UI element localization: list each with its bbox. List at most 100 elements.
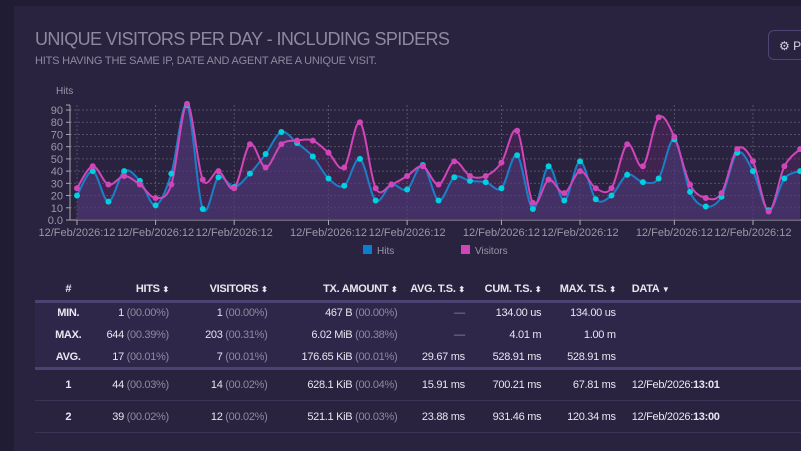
data-point-visitors[interactable] [419, 163, 426, 170]
data-point-hits[interactable] [152, 202, 159, 209]
data-point-hits[interactable] [529, 206, 536, 213]
data-point-hits[interactable] [262, 151, 269, 158]
data-point-visitors[interactable] [561, 190, 568, 197]
data-point-visitors[interactable] [372, 185, 379, 192]
data-point-visitors[interactable] [451, 158, 458, 165]
data-point-visitors[interactable] [765, 208, 772, 215]
legend-swatch [363, 245, 372, 254]
data-point-visitors[interactable] [215, 168, 222, 175]
data-point-visitors[interactable] [404, 173, 411, 180]
data-point-visitors[interactable] [718, 190, 725, 197]
table-row[interactable]: 1 44 (00.03%) 14 (00.02%) 628.1 KiB (00.… [35, 368, 801, 401]
data-point-visitors[interactable] [577, 168, 584, 175]
data-point-visitors[interactable] [388, 181, 395, 188]
data-point-visitors[interactable] [184, 100, 191, 107]
data-point-visitors[interactable] [341, 164, 348, 171]
data-point-visitors[interactable] [687, 181, 694, 188]
data-point-hits[interactable] [545, 163, 552, 170]
hits-cell: 644 (00.39%) [105, 323, 173, 346]
data-point-hits[interactable] [608, 192, 615, 199]
column-header[interactable]: TX. AMOUNT ⬍ [271, 279, 402, 303]
data-point-visitors[interactable] [498, 159, 505, 166]
data-point-visitors[interactable] [639, 163, 646, 170]
data-point-visitors[interactable] [105, 181, 112, 188]
data-point-visitors[interactable] [294, 137, 301, 144]
table-row[interactable]: 2 39 (00.02%) 12 (00.02%) 521.1 KiB (00.… [35, 400, 801, 433]
data-point-hits[interactable] [325, 175, 332, 182]
row-label: 2 [35, 400, 106, 433]
data-point-visitors[interactable] [514, 127, 521, 134]
data-point-visitors[interactable] [325, 149, 332, 156]
data-point-visitors[interactable] [356, 119, 363, 126]
column-header[interactable]: AVG. T.S. ⬍ [401, 279, 469, 303]
data-point-hits[interactable] [435, 197, 442, 204]
tx-amount-cell: 176.65 KiB (00.01%) [271, 346, 402, 370]
data-point-visitors[interactable] [121, 173, 128, 180]
data-point-visitors[interactable] [624, 141, 631, 148]
data-point-visitors[interactable] [74, 185, 80, 192]
data-point-visitors[interactable] [89, 163, 96, 170]
data-point-hits[interactable] [514, 152, 521, 159]
data-point-visitors[interactable] [278, 141, 285, 148]
data-point-visitors[interactable] [671, 133, 678, 140]
data-point-visitors[interactable] [734, 146, 741, 153]
data-point-hits[interactable] [215, 174, 222, 181]
data-point-hits[interactable] [278, 129, 285, 136]
column-header[interactable]: MAX. T.S. ⬍ [545, 279, 620, 303]
data-point-visitors[interactable] [608, 185, 615, 192]
data-point-visitors[interactable] [246, 141, 253, 148]
y-tick-label: 30 [51, 178, 63, 190]
cum-ts-cell: 528.91 ms [468, 346, 546, 370]
data-point-hits[interactable] [577, 158, 584, 165]
column-header[interactable]: HITS ⬍ [105, 279, 173, 303]
data-point-visitors[interactable] [592, 185, 599, 192]
data-point-visitors[interactable] [168, 181, 175, 188]
data-point-visitors[interactable] [529, 199, 536, 206]
data-point-hits[interactable] [309, 153, 316, 160]
data-point-hits[interactable] [561, 197, 568, 204]
data-point-hits[interactable] [356, 155, 363, 162]
data-point-hits[interactable] [105, 198, 112, 205]
data-point-visitors[interactable] [545, 176, 552, 183]
data-point-hits[interactable] [639, 179, 646, 186]
data-point-visitors[interactable] [231, 185, 238, 192]
data-point-visitors[interactable] [655, 114, 662, 121]
max-ts-cell: 67.81 ms [545, 368, 620, 401]
data-point-hits[interactable] [498, 185, 505, 192]
data-point-hits[interactable] [341, 182, 348, 189]
data-point-hits[interactable] [624, 171, 631, 178]
data-point-hits[interactable] [372, 197, 379, 204]
data-point-visitors[interactable] [435, 181, 442, 188]
data-point-hits[interactable] [168, 170, 175, 177]
x-tick-label: 12/Feb/2026:12 [463, 227, 540, 239]
column-header[interactable]: DATA ▼ [619, 279, 801, 303]
data-point-hits[interactable] [199, 206, 206, 213]
data-point-hits[interactable] [246, 170, 253, 177]
data-point-hits[interactable] [781, 175, 788, 182]
data-point-visitors[interactable] [702, 195, 709, 202]
data-point-visitors[interactable] [152, 195, 159, 202]
data-point-hits[interactable] [592, 196, 599, 203]
sort-icon: ⬍ [162, 285, 169, 295]
data-point-hits[interactable] [404, 186, 411, 193]
data-point-hits[interactable] [655, 175, 662, 182]
panel-options-button[interactable]: ⚙ P [768, 30, 801, 60]
data-point-visitors[interactable] [262, 164, 269, 171]
data-point-visitors[interactable] [749, 158, 756, 165]
data-point-visitors[interactable] [482, 173, 489, 180]
date-cell: 12/Feb/2026:13:00 [619, 400, 801, 433]
column-header[interactable]: # [35, 279, 106, 303]
data-point-visitors[interactable] [309, 137, 316, 144]
data-point-visitors[interactable] [199, 176, 206, 183]
data-point-visitors[interactable] [781, 163, 788, 170]
data-point-hits[interactable] [482, 179, 489, 186]
data-point-hits[interactable] [702, 203, 709, 210]
column-header[interactable]: CUM. T.S. ⬍ [468, 279, 546, 303]
data-point-hits[interactable] [687, 188, 694, 195]
data-point-visitors[interactable] [467, 173, 473, 180]
data-point-hits[interactable] [451, 174, 458, 181]
data-point-hits[interactable] [749, 168, 756, 175]
data-point-visitors[interactable] [136, 181, 143, 188]
data-point-hits[interactable] [74, 192, 80, 199]
column-header[interactable]: VISITORS ⬍ [172, 279, 272, 303]
